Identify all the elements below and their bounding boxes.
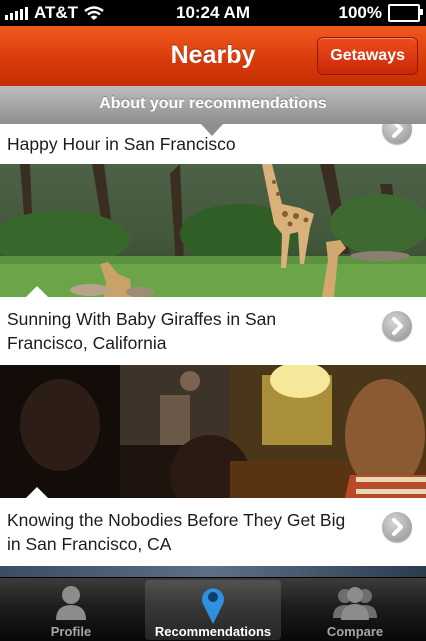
- people-icon: [333, 587, 377, 620]
- status-bar: AT&T 10:24 AM 100%: [0, 0, 426, 26]
- recommendations-feed[interactable]: Happy Hour in San Francisco Sunning With…: [0, 124, 426, 577]
- card-photo-bar[interactable]: [0, 365, 426, 498]
- list-item[interactable]: Knowing the Nobodies Before They Get Big…: [0, 498, 426, 566]
- bar-photo: [0, 365, 426, 498]
- card-photo-giraffes[interactable]: [0, 164, 426, 297]
- card-title: Sunning With Baby Giraffes in San Franci…: [7, 309, 277, 353]
- tab-bar: Profile Recommendations Compare: [0, 577, 426, 641]
- tab-label: Profile: [50, 624, 92, 639]
- navigation-bar: Nearby Getaways: [0, 26, 426, 87]
- chevron-right-icon: [392, 124, 403, 138]
- battery-icon: [388, 4, 423, 22]
- card-title: Knowing the Nobodies Before They Get Big…: [7, 510, 346, 554]
- card-pointer: [26, 487, 48, 498]
- tab-profile[interactable]: Profile: [0, 580, 142, 640]
- person-icon: [56, 586, 86, 620]
- banner-pointer: [201, 124, 223, 136]
- disclosure-button[interactable]: [382, 512, 412, 542]
- card-pointer: [26, 286, 48, 297]
- tab-recommendations[interactable]: Recommendations: [145, 580, 281, 640]
- tab-label: Recommendations: [154, 624, 272, 639]
- card-photo-next[interactable]: [0, 566, 426, 577]
- battery-percent: 100%: [338, 3, 382, 22]
- giraffe-photo: [0, 164, 426, 297]
- disclosure-button[interactable]: [382, 124, 412, 144]
- tab-compare[interactable]: Compare: [284, 580, 426, 640]
- chevron-right-icon: [392, 317, 403, 335]
- chevron-right-icon: [392, 518, 403, 536]
- card-title: Happy Hour in San Francisco: [7, 134, 236, 154]
- map-pin-icon: [202, 588, 224, 624]
- tab-label: Compare: [326, 624, 384, 639]
- disclosure-button[interactable]: [382, 311, 412, 341]
- list-item[interactable]: Sunning With Baby Giraffes in San Franci…: [0, 297, 426, 365]
- recommendations-info-banner[interactable]: About your recommendations: [0, 86, 426, 124]
- getaways-button[interactable]: Getaways: [317, 37, 418, 75]
